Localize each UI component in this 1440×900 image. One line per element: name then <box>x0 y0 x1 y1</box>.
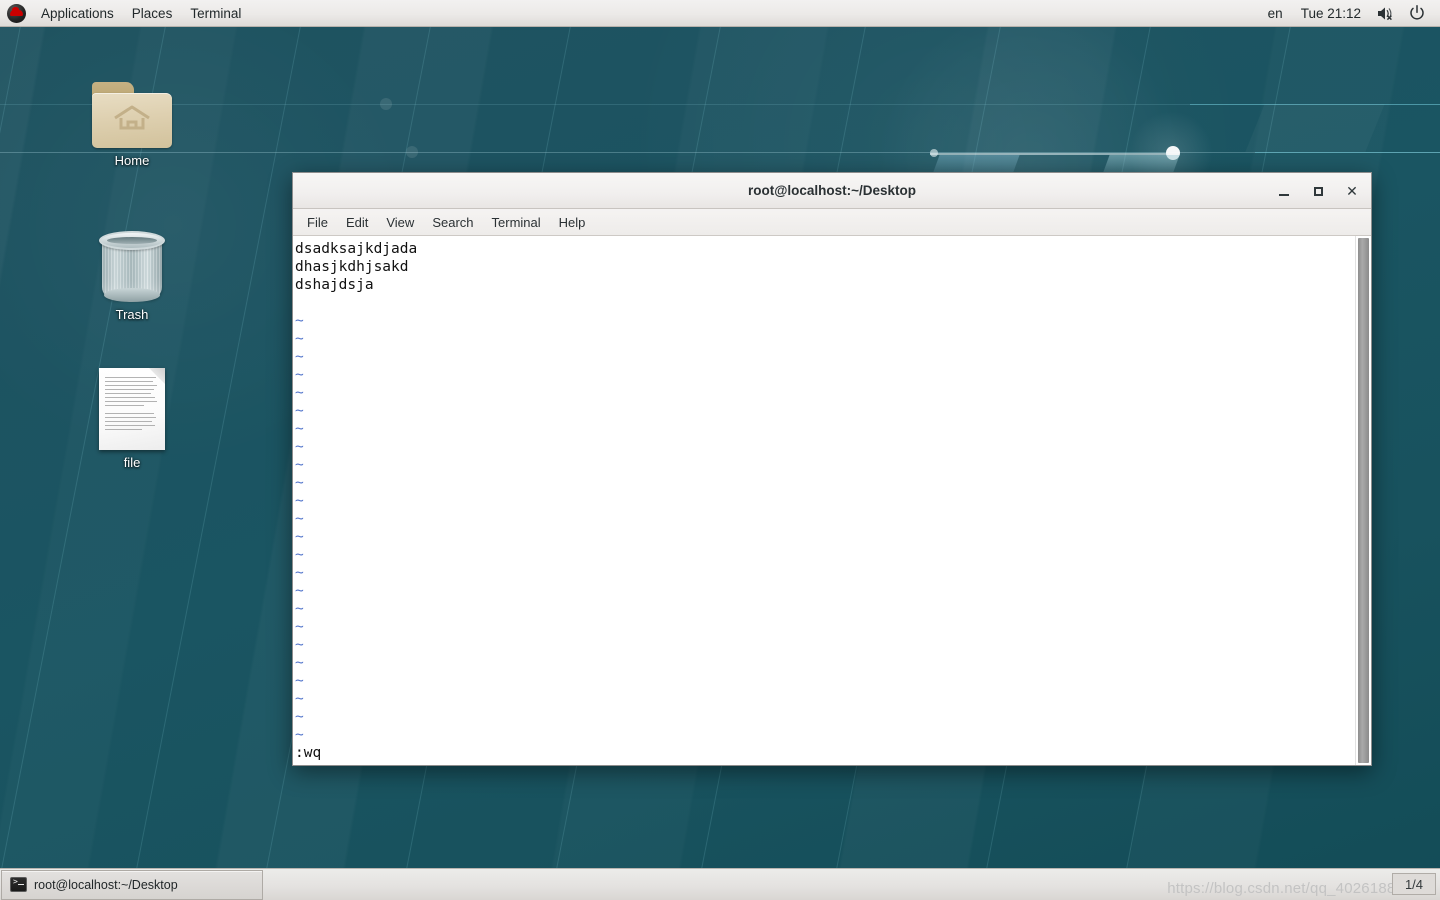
menu-item-file[interactable]: File <box>298 210 337 235</box>
terminal-tilde-line: ~ <box>295 655 304 671</box>
watermark-text: https://blog.csdn.net/qq_40261882 <box>1167 880 1404 897</box>
terminal-tilde-line: ~ <box>295 565 304 581</box>
desktop-icon-trash[interactable]: Trash <box>77 220 187 322</box>
panel-status-area: en Tue 21:12 <box>1259 1 1440 26</box>
trash-can-icon <box>77 220 187 302</box>
terminal-tilde-line: ~ <box>295 493 304 509</box>
terminal-tilde-line: ~ <box>295 673 304 689</box>
terminal-tilde-line: ~ <box>295 709 304 725</box>
menu-item-terminal[interactable]: Terminal <box>483 210 550 235</box>
terminal-tilde-line: ~ <box>295 439 304 455</box>
power-icon[interactable] <box>1402 1 1434 26</box>
terminal-tilde-line: ~ <box>295 511 304 527</box>
text-document-icon <box>77 368 187 450</box>
desktop-icon-home[interactable]: Home <box>77 66 187 168</box>
vim-command-line: :wq <box>295 745 322 761</box>
terminal-scrollbar[interactable] <box>1355 236 1371 765</box>
desktop-icon-label: Trash <box>115 307 149 322</box>
terminal-tilde-line: ~ <box>295 475 304 491</box>
desktop[interactable]: Applications Places Terminal en Tue 21:1… <box>0 0 1440 900</box>
redhat-logo-icon[interactable] <box>7 3 26 23</box>
terminal-tilde-line: ~ <box>295 457 304 473</box>
terminal-tilde-line: ~ <box>295 601 304 617</box>
menu-terminal[interactable]: Terminal <box>181 1 250 26</box>
terminal-icon <box>10 877 27 892</box>
wallpaper-dot-small <box>930 149 938 157</box>
clock[interactable]: Tue 21:12 <box>1292 1 1370 26</box>
terminal-tilde-line: ~ <box>295 367 304 383</box>
terminal-line: dhasjkdhjsakd <box>295 259 409 275</box>
desktop-icon-label: file <box>123 455 141 470</box>
speaker-muted-glyph <box>1378 7 1392 20</box>
close-button[interactable]: ✕ <box>1341 180 1363 202</box>
menu-applications[interactable]: Applications <box>32 1 123 26</box>
terminal-tilde-line: ~ <box>295 421 304 437</box>
terminal-tilde-line: ~ <box>295 385 304 401</box>
bottom-panel: root@localhost:~/Desktop https://blog.cs… <box>0 868 1440 900</box>
taskbar-window-label: root@localhost:~/Desktop <box>34 877 178 892</box>
wallpaper-parallelogram <box>1245 104 1384 152</box>
menu-item-view[interactable]: View <box>377 210 423 235</box>
window-controls: ✕ <box>1273 173 1363 209</box>
terminal-tilde-line: ~ <box>295 583 304 599</box>
terminal-tilde-line: ~ <box>295 349 304 365</box>
window-title: root@localhost:~/Desktop <box>747 183 917 198</box>
power-glyph <box>1410 4 1424 20</box>
wallpaper-band-4 <box>380 98 392 110</box>
home-folder-icon <box>77 66 187 148</box>
window-title-bar[interactable]: root@localhost:~/Desktop ✕ <box>293 173 1371 209</box>
wallpaper-band-5 <box>406 146 418 158</box>
minimize-button[interactable] <box>1273 180 1295 202</box>
workspace-indicator[interactable]: 1/4 <box>1392 873 1436 895</box>
menu-places[interactable]: Places <box>123 1 182 26</box>
terminal-line: dsadksajkdjada <box>295 241 418 257</box>
desktop-icon-label: Home <box>114 153 150 168</box>
terminal-body[interactable]: dsadksajkdjada dhasjkdhjsakd dshajdsja ~ ~ ~… <box>293 236 1371 765</box>
terminal-tilde-line: ~ <box>295 529 304 545</box>
terminal-tilde-line: ~ <box>295 403 304 419</box>
terminal-tilde-line: ~ <box>295 547 304 563</box>
terminal-tilde-line: ~ <box>295 691 304 707</box>
wallpaper-band-1 <box>930 153 1168 155</box>
maximize-icon <box>1313 186 1323 196</box>
terminal-menu-bar: File Edit View Search Terminal Help <box>293 209 1371 236</box>
desktop-icon-file[interactable]: file <box>77 368 187 470</box>
scrollbar-thumb[interactable] <box>1358 238 1369 763</box>
terminal-window[interactable]: root@localhost:~/Desktop ✕ File Edit Vie… <box>292 172 1372 766</box>
taskbar-window-button[interactable]: root@localhost:~/Desktop <box>1 869 263 900</box>
terminal-line: dshajdsja <box>295 277 374 293</box>
terminal-tilde-line: ~ <box>295 331 304 347</box>
top-panel: Applications Places Terminal en Tue 21:1… <box>0 0 1440 27</box>
wallpaper-dot-large <box>1166 146 1180 160</box>
menu-item-help[interactable]: Help <box>550 210 595 235</box>
close-icon: ✕ <box>1346 182 1358 199</box>
house-glyph <box>114 105 150 130</box>
terminal-tilde-line: ~ <box>295 637 304 653</box>
keyboard-layout-indicator[interactable]: en <box>1259 1 1292 26</box>
terminal-output[interactable]: dsadksajkdjada dhasjkdhjsakd dshajdsja ~ ~ ~… <box>293 236 1355 765</box>
maximize-button[interactable] <box>1307 180 1329 202</box>
menu-item-edit[interactable]: Edit <box>337 210 377 235</box>
minimize-icon <box>1279 193 1289 196</box>
terminal-tilde-line: ~ <box>295 313 304 329</box>
terminal-tilde-line: ~ <box>295 619 304 635</box>
menu-item-search[interactable]: Search <box>423 210 482 235</box>
terminal-tilde-line: ~ <box>295 727 304 743</box>
volume-muted-icon[interactable] <box>1370 1 1402 26</box>
